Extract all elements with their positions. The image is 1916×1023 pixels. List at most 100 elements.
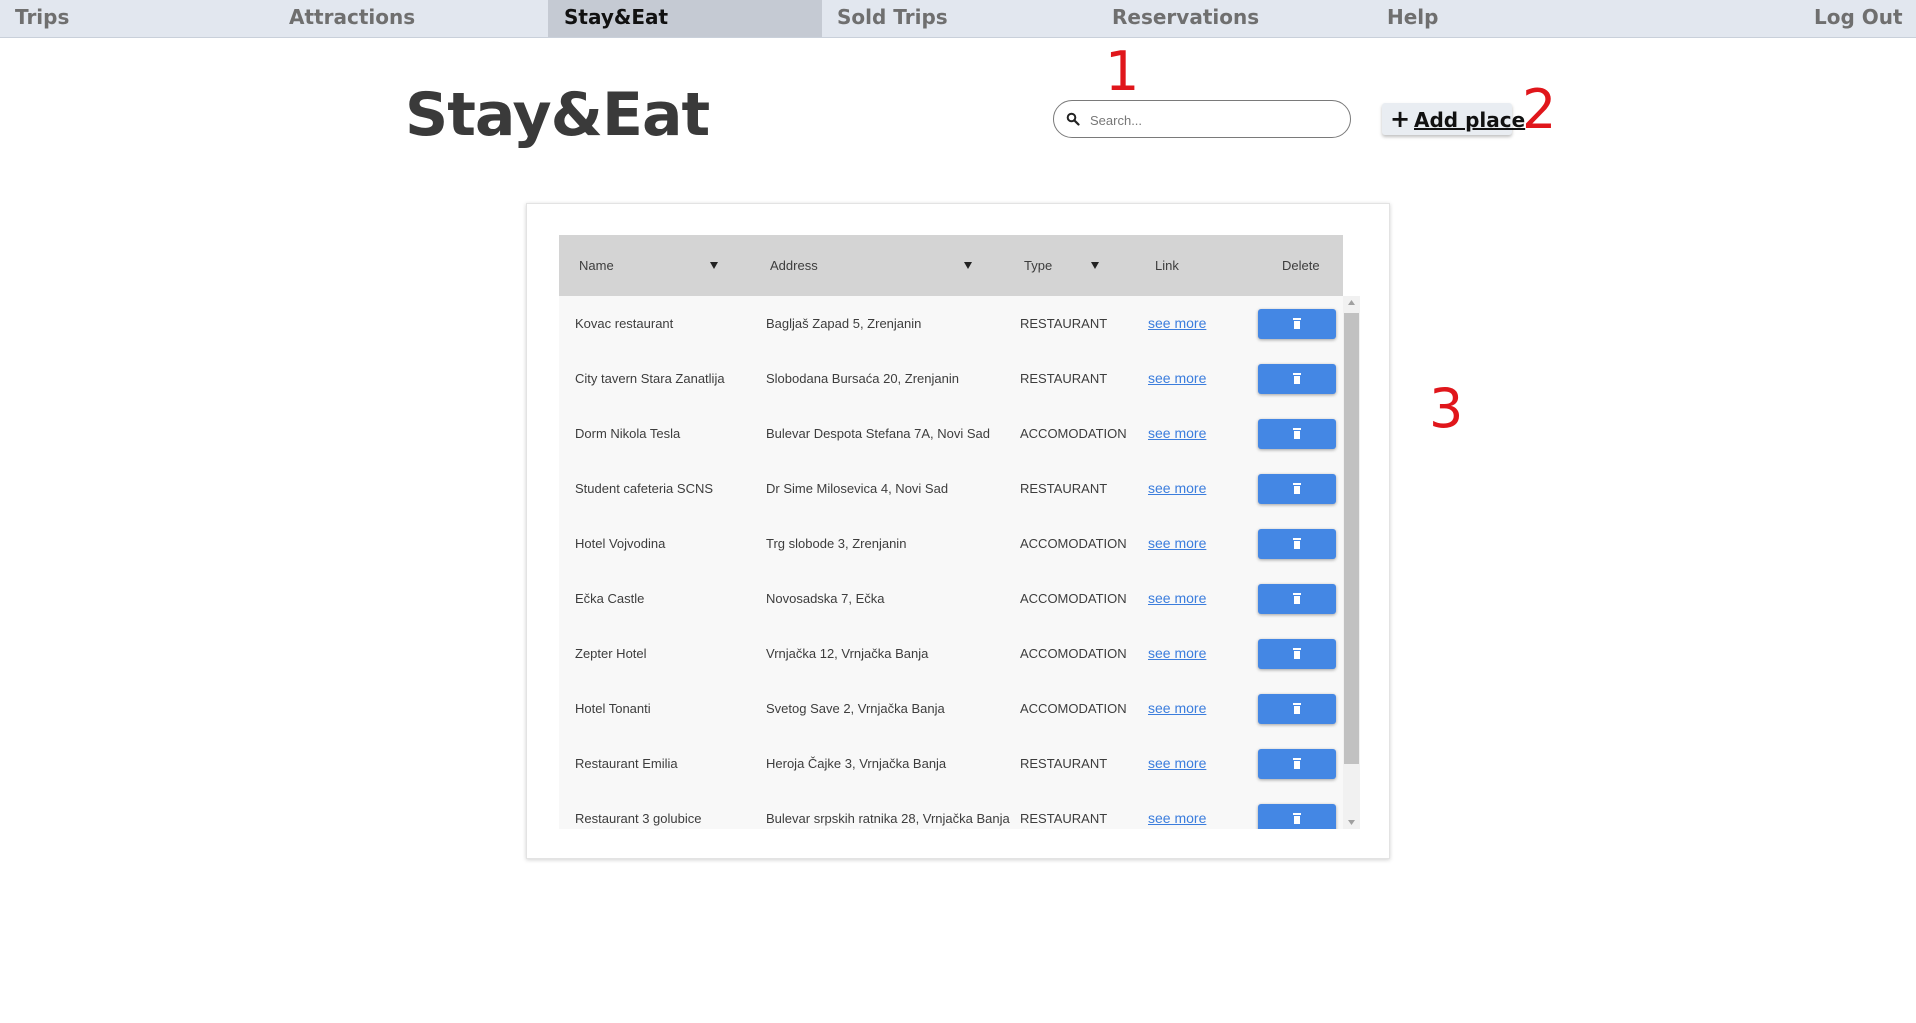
- see-more-link[interactable]: see more: [1148, 461, 1206, 516]
- cell-address: Bagljaš Zapad 5, Zrenjanin: [766, 316, 922, 331]
- cell-name: Zepter Hotel: [575, 646, 647, 661]
- nav-item-trips[interactable]: Trips: [15, 0, 69, 37]
- top-nav: Trips Attractions Stay&Eat Sold Trips Re…: [0, 0, 1916, 38]
- nav-item-reservations[interactable]: Reservations: [1112, 0, 1259, 37]
- trash-icon: [1293, 483, 1301, 494]
- see-more-link[interactable]: see more: [1148, 516, 1206, 571]
- cell-type: RESTAURANT: [1020, 481, 1108, 496]
- search-icon: [1066, 112, 1080, 126]
- delete-button[interactable]: [1258, 529, 1336, 559]
- delete-button[interactable]: [1258, 364, 1336, 394]
- table-row: City tavern Stara Zanatlija Slobodana Bu…: [559, 351, 1343, 407]
- trash-icon: [1293, 428, 1301, 439]
- add-place-button[interactable]: + Add place: [1382, 103, 1525, 135]
- trash-icon: [1293, 758, 1301, 769]
- nav-item-help[interactable]: Help: [1387, 0, 1438, 37]
- table-scrollbar[interactable]: [1343, 296, 1360, 829]
- table-row: Restaurant 3 golubice Bulevar srpskih ra…: [559, 791, 1343, 829]
- cell-type: RESTAURANT: [1020, 811, 1108, 826]
- cell-address: Heroja Čajke 3, Vrnjačka Banja: [766, 756, 947, 771]
- delete-button[interactable]: [1258, 694, 1336, 724]
- cell-type: ACCOMODATION: [1020, 701, 1127, 716]
- cell-name: Kovac restaurant: [575, 316, 674, 331]
- column-header-name[interactable]: Name: [579, 235, 614, 296]
- see-more-link[interactable]: see more: [1148, 736, 1206, 791]
- cell-address: Trg slobode 3, Zrenjanin: [766, 536, 907, 551]
- cell-address: Novosadska 7, Ečka: [766, 591, 885, 606]
- cell-name: Restaurant 3 golubice: [575, 811, 702, 826]
- nav-item-attractions[interactable]: Attractions: [289, 0, 415, 37]
- table-row: Ečka Castle Novosadska 7, Ečka ACCOMODAT…: [559, 571, 1343, 627]
- nav-item-log-out[interactable]: Log Out: [1814, 0, 1903, 37]
- cell-type: ACCOMODATION: [1020, 426, 1127, 441]
- table-row: Hotel Vojvodina Trg slobode 3, Zrenjanin…: [559, 516, 1343, 572]
- trash-icon: [1293, 593, 1301, 604]
- trash-icon: [1293, 813, 1301, 824]
- scroll-up-arrow-icon[interactable]: [1347, 299, 1356, 308]
- nav-item-sold-trips[interactable]: Sold Trips: [837, 0, 948, 37]
- see-more-link[interactable]: see more: [1148, 571, 1206, 626]
- cell-name: Hotel Vojvodina: [575, 536, 666, 551]
- cell-name: Ečka Castle: [575, 591, 645, 606]
- add-place-label: Add place: [1414, 108, 1526, 132]
- cell-name: City tavern Stara Zanatlija: [575, 371, 725, 386]
- scroll-down-arrow-icon[interactable]: [1347, 817, 1356, 826]
- search-box[interactable]: [1053, 100, 1351, 138]
- column-header-delete: Delete: [1282, 258, 1320, 273]
- cell-name: Student cafeteria SCNS: [575, 481, 714, 496]
- delete-button[interactable]: [1258, 749, 1336, 779]
- trash-icon: [1293, 538, 1301, 549]
- see-more-link[interactable]: see more: [1148, 351, 1206, 406]
- see-more-link[interactable]: see more: [1148, 626, 1206, 681]
- table-row: Zepter Hotel Vrnjačka 12, Vrnjačka Banja…: [559, 626, 1343, 682]
- trash-icon: [1293, 703, 1301, 714]
- see-more-link[interactable]: see more: [1148, 296, 1206, 351]
- scrollbar-thumb[interactable]: [1344, 313, 1359, 764]
- column-header-link: Link: [1155, 258, 1179, 273]
- trash-icon: [1293, 373, 1301, 384]
- sort-arrow-icon[interactable]: [710, 262, 718, 269]
- cell-type: ACCOMODATION: [1020, 591, 1127, 606]
- places-table: Name Address Type Link Delete Kovac rest…: [559, 235, 1360, 829]
- page-title: Stay&Eat: [405, 80, 710, 150]
- table-row: Student cafeteria SCNS Dr Sime Milosevic…: [559, 461, 1343, 517]
- table-row: Hotel Tonanti Svetog Save 2, Vrnjačka Ba…: [559, 681, 1343, 737]
- places-table-card: Name Address Type Link Delete Kovac rest…: [526, 203, 1390, 859]
- table-row: Kovac restaurant Bagljaš Zapad 5, Zrenja…: [559, 296, 1343, 352]
- table-header: Name Address Type Link Delete: [559, 235, 1343, 296]
- cell-type: RESTAURANT: [1020, 371, 1108, 386]
- annotation-3: 3: [1429, 377, 1464, 440]
- sort-arrow-icon[interactable]: [1091, 262, 1099, 269]
- cell-type: RESTAURANT: [1020, 756, 1108, 771]
- delete-button[interactable]: [1258, 584, 1336, 614]
- delete-button[interactable]: [1258, 639, 1336, 669]
- column-header-type[interactable]: Type: [1024, 235, 1052, 296]
- cell-address: Vrnjačka 12, Vrnjačka Banja: [766, 646, 929, 661]
- cell-address: Slobodana Bursaća 20, Zrenjanin: [766, 371, 959, 386]
- cell-address: Bulevar Despota Stefana 7A, Novi Sad: [766, 426, 991, 441]
- cell-name: Restaurant Emilia: [575, 756, 678, 771]
- table-row: Restaurant Emilia Heroja Čajke 3, Vrnjač…: [559, 736, 1343, 792]
- cell-address: Svetog Save 2, Vrnjačka Banja: [766, 701, 945, 716]
- annotation-2: 2: [1522, 78, 1557, 141]
- delete-button[interactable]: [1258, 419, 1336, 449]
- trash-icon: [1293, 648, 1301, 659]
- trash-icon: [1293, 318, 1301, 329]
- see-more-link[interactable]: see more: [1148, 791, 1206, 829]
- see-more-link[interactable]: see more: [1148, 406, 1206, 461]
- delete-button[interactable]: [1258, 804, 1336, 829]
- sort-arrow-icon[interactable]: [964, 262, 972, 269]
- table-row: Dorm Nikola Tesla Bulevar Despota Stefan…: [559, 406, 1343, 462]
- delete-button[interactable]: [1258, 474, 1336, 504]
- cell-address: Dr Sime Milosevica 4, Novi Sad: [766, 481, 949, 496]
- search-input[interactable]: [1088, 107, 1342, 133]
- nav-item-stay-eat[interactable]: Stay&Eat: [548, 0, 822, 37]
- cell-type: ACCOMODATION: [1020, 646, 1127, 661]
- delete-button[interactable]: [1258, 309, 1336, 339]
- cell-name: Hotel Tonanti: [575, 701, 651, 716]
- column-header-address[interactable]: Address: [770, 235, 818, 296]
- cell-name: Dorm Nikola Tesla: [575, 426, 681, 441]
- cell-type: ACCOMODATION: [1020, 536, 1127, 551]
- see-more-link[interactable]: see more: [1148, 681, 1206, 736]
- cell-type: RESTAURANT: [1020, 316, 1108, 331]
